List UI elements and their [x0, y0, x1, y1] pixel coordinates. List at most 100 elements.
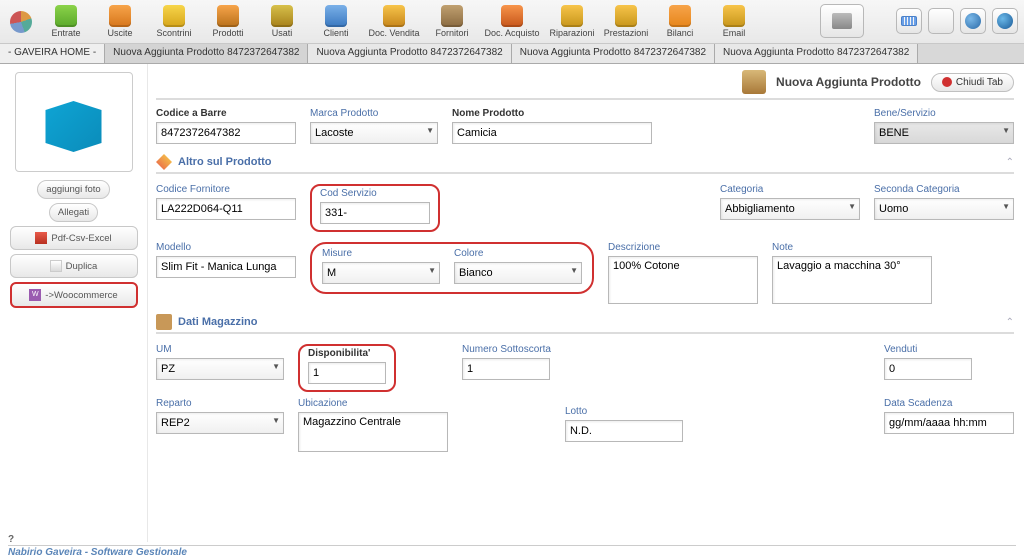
collapse-icon[interactable]: ⌃ [1006, 157, 1014, 168]
toolbar-usati[interactable]: Usati [256, 2, 308, 42]
footer: ? Nabirio Gaveira - Software Gestionale [0, 532, 1024, 560]
woocommerce-button[interactable]: W->Woocommerce [10, 282, 138, 308]
toolbar-riparazioni[interactable]: Riparazioni [546, 2, 598, 42]
disponibilita-label: Disponibilita' [308, 348, 386, 359]
collapse-icon-2[interactable]: ⌃ [1006, 317, 1014, 328]
tab-prodotto-2[interactable]: Nuova Aggiunta Prodotto 8472372647382 [308, 44, 511, 63]
toolbar-bilanci[interactable]: Bilanci [654, 2, 706, 42]
pdf-csv-excel-button[interactable]: Pdf-Csv-Excel [10, 226, 138, 250]
nome-input[interactable] [452, 122, 652, 144]
disponibilita-input[interactable] [308, 362, 386, 384]
nome-label: Nome Prodotto [452, 108, 652, 119]
cod-fornitore-input[interactable] [156, 198, 296, 220]
scadenza-input[interactable] [884, 412, 1014, 434]
sottoscorta-label: Numero Sottoscorta [462, 344, 551, 355]
um-select[interactable] [156, 358, 284, 380]
seconda-categoria-select[interactable] [874, 198, 1014, 220]
package-icon [742, 70, 766, 94]
toolbar-doc-vendita[interactable]: Doc. Vendita [364, 2, 424, 42]
email-icon [723, 5, 745, 27]
clienti-icon [325, 5, 347, 27]
minimize-icon [965, 13, 981, 29]
note-label: Note [772, 242, 932, 253]
tab-prodotto-1[interactable]: Nuova Aggiunta Prodotto 8472372647382 [105, 44, 308, 63]
allegati-button[interactable]: Allegati [49, 203, 98, 222]
product-image[interactable] [15, 72, 133, 172]
sottoscorta-input[interactable] [462, 358, 550, 380]
uscite-icon [109, 5, 131, 27]
usati-icon [271, 5, 293, 27]
modello-label: Modello [156, 242, 296, 253]
doc-vendita-icon [383, 5, 405, 27]
categoria-label: Categoria [720, 184, 860, 195]
close-icon [942, 77, 952, 87]
categoria-select[interactable] [720, 198, 860, 220]
tools-icon [156, 154, 172, 170]
cod-servizio-input[interactable] [320, 202, 430, 224]
lotto-input[interactable] [565, 420, 683, 442]
cod-fornitore-label: Codice Fornitore [156, 184, 296, 195]
descrizione-label: Descrizione [608, 242, 758, 253]
colore-select[interactable] [454, 262, 582, 284]
descrizione-textarea[interactable] [608, 256, 758, 304]
toolbar-prestazioni[interactable]: Prestazioni [600, 2, 652, 42]
toolbar-entrate[interactable]: Entrate [40, 2, 92, 42]
tab-home[interactable]: - GAVEIRA HOME - [0, 44, 105, 63]
ubicazione-textarea[interactable] [298, 412, 448, 452]
toolbar-prodotti[interactable]: Prodotti [202, 2, 254, 42]
main-panel: Nuova Aggiunta Prodotto Chiudi Tab Codic… [148, 64, 1024, 542]
misure-select[interactable] [322, 262, 440, 284]
venduti-input[interactable] [884, 358, 972, 380]
printer-button[interactable] [820, 4, 864, 38]
warehouse-icon [156, 314, 172, 330]
panel-title: Nuova Aggiunta Prodotto [776, 75, 921, 89]
codice-barre-label: Codice a Barre [156, 108, 296, 119]
seconda-categoria-label: Seconda Categoria [874, 184, 1014, 195]
ubicazione-label: Ubicazione [298, 398, 448, 409]
prestazioni-icon [615, 5, 637, 27]
lotto-label: Lotto [565, 406, 683, 417]
entrate-icon [55, 5, 77, 27]
um-label: UM [156, 344, 284, 355]
bene-select[interactable] [874, 122, 1014, 144]
power-button[interactable] [992, 8, 1018, 34]
toolbar-uscite[interactable]: Uscite [94, 2, 146, 42]
toolbar-clienti[interactable]: Clienti [310, 2, 362, 42]
prodotti-icon [217, 5, 239, 27]
riparazioni-icon [561, 5, 583, 27]
modello-input[interactable] [156, 256, 296, 278]
keyboard-icon [901, 16, 917, 26]
bilanci-icon [669, 5, 691, 27]
keyboard-button[interactable] [896, 8, 922, 34]
tab-prodotto-3[interactable]: Nuova Aggiunta Prodotto 8472372647382 [512, 44, 715, 63]
power-icon [997, 13, 1013, 29]
toolbar-fornitori[interactable]: Fornitori [426, 2, 478, 42]
chiudi-tab-button[interactable]: Chiudi Tab [931, 73, 1014, 92]
tab-prodotto-4[interactable]: Nuova Aggiunta Prodotto 8472372647382 [715, 44, 918, 63]
blank-button[interactable] [928, 8, 954, 34]
app-logo-icon [10, 11, 32, 33]
aggiungi-foto-button[interactable]: aggiungi foto [37, 180, 109, 199]
marca-select[interactable] [310, 122, 438, 144]
toolbar-scontrini[interactable]: Scontrini [148, 2, 200, 42]
bene-label: Bene/Servizio [874, 108, 1014, 119]
section-magazzino: Dati Magazzino⌃ [156, 314, 1014, 334]
reparto-select[interactable] [156, 412, 284, 434]
copy-icon [50, 260, 62, 272]
sidebar: aggiungi foto Allegati Pdf-Csv-Excel Dup… [0, 64, 148, 542]
fornitori-icon [441, 5, 463, 27]
toolbar-email[interactable]: Email [708, 2, 760, 42]
help-button[interactable]: ? [8, 534, 1016, 545]
marca-label: Marca Prodotto [310, 108, 438, 119]
woocommerce-icon: W [29, 289, 41, 301]
tab-bar: - GAVEIRA HOME - Nuova Aggiunta Prodotto… [0, 44, 1024, 64]
reparto-label: Reparto [156, 398, 284, 409]
colore-label: Colore [454, 248, 582, 259]
scontrini-icon [163, 5, 185, 27]
toolbar-doc-acquisto[interactable]: Doc. Acquisto [480, 2, 544, 42]
codice-barre-input[interactable] [156, 122, 296, 144]
note-textarea[interactable] [772, 256, 932, 304]
duplica-button[interactable]: Duplica [10, 254, 138, 278]
pdf-icon [35, 232, 47, 244]
minimize-button[interactable] [960, 8, 986, 34]
